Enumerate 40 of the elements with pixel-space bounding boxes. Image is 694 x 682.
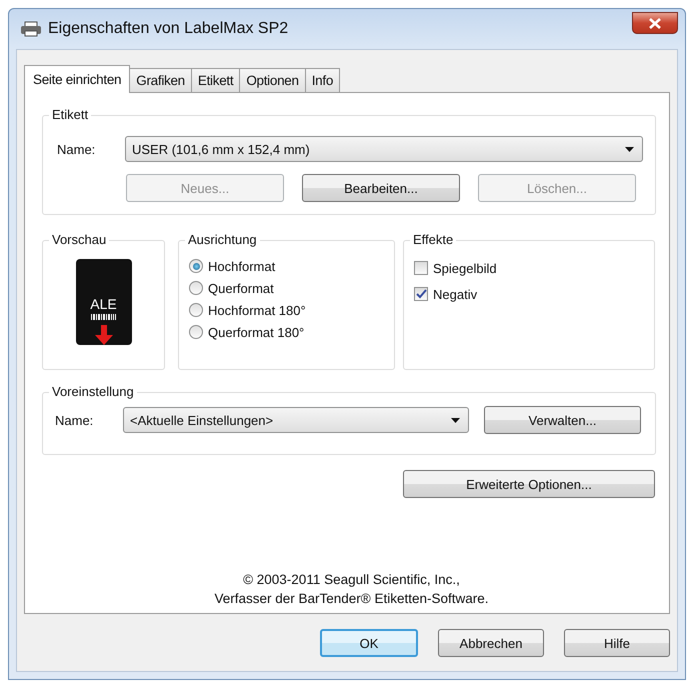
tab[interactable]: Optionen bbox=[239, 68, 306, 92]
option-label: Querformat bbox=[208, 280, 274, 296]
option-label: Querformat 180° bbox=[208, 324, 304, 340]
printer-icon bbox=[20, 21, 42, 37]
close-icon bbox=[649, 18, 661, 28]
radio-button[interactable] bbox=[189, 303, 203, 317]
option-label: Hochformat bbox=[208, 258, 276, 274]
group-title: Voreinstellung bbox=[49, 384, 137, 400]
tab[interactable]: Seite einrichten bbox=[24, 65, 130, 93]
preset-dropdown[interactable]: <Aktuelle Einstellungen> bbox=[123, 407, 469, 433]
dropdown-caret-icon bbox=[625, 146, 634, 152]
label-dropdown[interactable]: USER (101,6 mm x 152,4 mm) bbox=[125, 136, 643, 162]
close-button[interactable] bbox=[632, 12, 678, 34]
option-label: Hochformat 180° bbox=[208, 302, 306, 318]
action-button[interactable]: Bearbeiten... bbox=[302, 174, 460, 202]
dialog-button[interactable]: Hilfe bbox=[564, 629, 670, 657]
window-title: Eigenschaften von LabelMax SP2 bbox=[48, 20, 290, 38]
radio-button[interactable] bbox=[189, 259, 203, 273]
arrow-down-icon bbox=[94, 325, 112, 345]
option-label: Spiegelbild bbox=[433, 260, 497, 276]
preview-text: ALE bbox=[90, 297, 117, 311]
name-label: Name: bbox=[54, 412, 94, 428]
radio-button[interactable] bbox=[189, 281, 203, 295]
tab[interactable]: Grafiken bbox=[129, 68, 192, 92]
dialog-button[interactable]: Abbrechen bbox=[438, 629, 544, 657]
checkbox[interactable] bbox=[414, 261, 428, 275]
checkbox[interactable] bbox=[414, 287, 428, 301]
copyright-text: Verfasser der BarTender® Etiketten-Software. bbox=[214, 590, 489, 608]
tab[interactable]: Info bbox=[304, 68, 340, 92]
tab[interactable]: Etikett bbox=[190, 68, 240, 92]
radio-button[interactable] bbox=[189, 325, 203, 339]
option-label: Negativ bbox=[433, 286, 478, 302]
name-label: Name: bbox=[56, 142, 96, 156]
dialog-button[interactable]: OK bbox=[320, 629, 418, 657]
dropdown-caret-icon bbox=[451, 418, 460, 422]
advanced-options-button[interactable]: Erweiterte Optionen... bbox=[403, 470, 655, 498]
group-title: Ausrichtung bbox=[185, 232, 260, 248]
barcode-icon bbox=[90, 314, 116, 322]
copyright-text: © 2003-2011 Seagull Scientific, Inc., bbox=[243, 571, 460, 589]
manage-button[interactable]: Verwalten... bbox=[484, 406, 641, 434]
